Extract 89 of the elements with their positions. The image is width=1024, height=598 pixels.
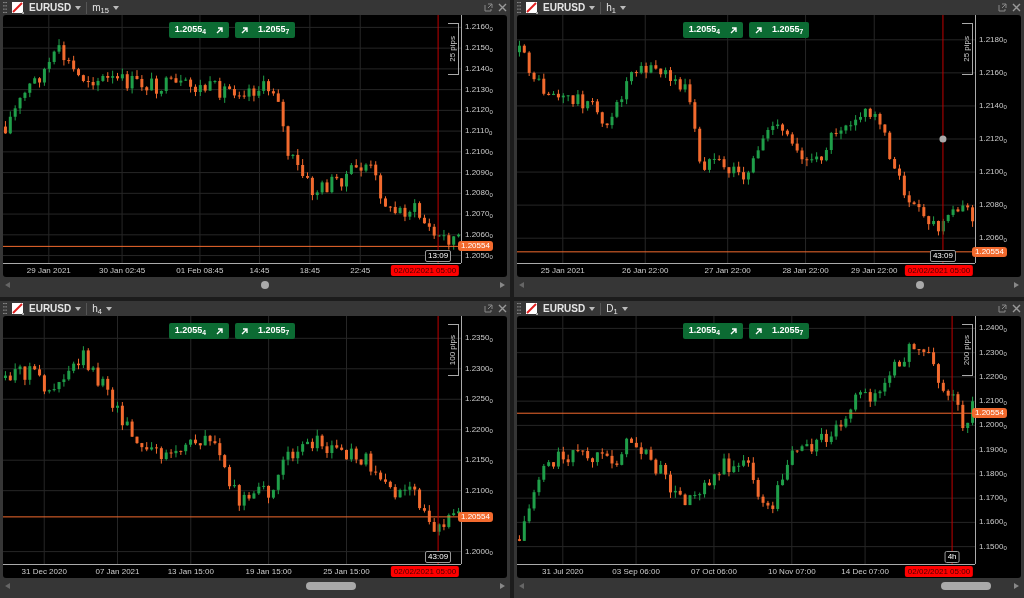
price-axis-label: 1.2120$_{0}$	[465, 106, 493, 115]
price-axis-label: 1.1800$_{0}$	[979, 469, 1007, 478]
price-axis-label: 1.2300$_{0}$	[979, 348, 1007, 357]
countdown-label: 43:09	[929, 250, 956, 262]
price-axis-label: 1.2110$_{0}$	[465, 127, 493, 136]
price-axis-label: 1.2080$_{0}$	[465, 189, 493, 198]
price-axis-label: 1.2100$_{0}$	[465, 486, 493, 495]
time-axis-label: 29 Jan 2021	[26, 266, 71, 276]
time-axis-label: 03 Sep 06:00	[612, 567, 660, 577]
buy-price-button[interactable]: 1.2055$_{7}$	[235, 22, 296, 38]
price-axis-label: 1.2120$_{0}$	[979, 135, 1007, 143]
price-axis-label: 1.2160$_{0}$	[465, 23, 493, 32]
timeframe-dropdown[interactable]: D$_{1}$	[606, 301, 628, 316]
buy-price-button[interactable]: 1.2055$_{7}$	[749, 323, 810, 339]
price-axis-label: 1.2130$_{0}$	[465, 85, 493, 94]
time-axis-label: 13 Jan 15:00	[167, 567, 214, 577]
price-axis-label: 1.2250$_{0}$	[465, 395, 493, 404]
price-axis-label: 1.2060$_{0}$	[465, 230, 493, 239]
buy-price-button[interactable]: 1.2055$_{7}$	[235, 323, 296, 339]
price-axis-label: 1.2180$_{0}$	[979, 35, 1007, 44]
price-tag: 1.20554	[458, 511, 493, 522]
countdown-label: 4h	[944, 551, 960, 563]
price-axis-label: 1.2150$_{0}$	[465, 456, 493, 465]
price-axis-label: 1.2350$_{0}$	[465, 334, 493, 343]
price-axis-label: 1.2200$_{0}$	[979, 372, 1007, 381]
time-axis-label: 07 Jan 2021	[95, 567, 140, 577]
time-axis-label: 30 Jan 02:45	[98, 266, 146, 276]
pips-label: 200 pips	[961, 334, 972, 366]
time-axis-label: 31 Jul 2020	[542, 567, 584, 577]
price-axis-label: 1.2400$_{0}$	[979, 324, 1007, 333]
countdown-label: 43:09	[425, 551, 452, 563]
price-axis-label: 1.2300$_{0}$	[465, 364, 493, 373]
time-axis-label: 14:45	[249, 266, 270, 276]
time-axis-label: 19 Jan 15:00	[245, 567, 292, 577]
timeframe-dropdown[interactable]: m$_{15}$	[92, 0, 119, 15]
symbol-dropdown[interactable]: EURUSD	[29, 0, 82, 15]
price-axis-label: 1.2200$_{0}$	[465, 425, 493, 434]
price-axis-label: 1.2000$_{0}$	[979, 421, 1007, 430]
price-axis-label: 1.2140$_{0}$	[979, 101, 1007, 110]
time-axis-label: 01 Feb 08:45	[176, 266, 224, 276]
price-axis-label: 1.2070$_{0}$	[465, 210, 493, 219]
time-axis-label: 22:45	[350, 266, 371, 276]
sell-price-button[interactable]: 1.2055$_{4}$	[682, 323, 743, 339]
pips-label: 100 pips	[447, 334, 458, 366]
price-tag: 1.20554	[972, 246, 1007, 257]
price-axis-label: 1.2140$_{0}$	[465, 64, 493, 73]
time-axis-label: 14 Dec 07:00	[841, 567, 889, 577]
time-axis-label: 25 Jan 15:00	[323, 567, 370, 577]
timeframe-dropdown[interactable]: h$_{4}$	[92, 301, 112, 316]
countdown-label: 13:09	[425, 250, 452, 262]
price-axis-label: 1.2060$_{0}$	[979, 234, 1007, 243]
time-tag: 02/02/2021 05:00	[390, 265, 460, 276]
pips-label: 25 pips	[447, 36, 458, 62]
price-tag: 1.20554	[458, 241, 493, 252]
sell-price-button[interactable]: 1.2055$_{4}$	[168, 22, 229, 38]
time-axis-label: 10 Nov 07:00	[768, 567, 816, 577]
time-tag: 02/02/2021 05:00	[390, 566, 460, 577]
time-axis-label: 26 Jan 22:00	[622, 266, 669, 276]
price-axis-label: 1.2090$_{0}$	[465, 168, 493, 177]
price-axis-label: 1.2100$_{0}$	[465, 147, 493, 156]
price-axis-label: 1.1900$_{0}$	[979, 445, 1007, 454]
price-axis-label: 1.2160$_{0}$	[979, 68, 1007, 77]
sell-price-button[interactable]: 1.2055$_{4}$	[168, 323, 229, 339]
time-axis-label: 07 Oct 06:00	[691, 567, 737, 577]
time-tag: 02/02/2021 05:00	[904, 566, 974, 577]
time-axis-label: 18:45	[299, 266, 320, 276]
time-axis-label: 31 Dec 2020	[21, 567, 67, 577]
sell-price-button[interactable]: 1.2055$_{4}$	[682, 22, 743, 38]
time-axis-label: 29 Jan 22:00	[851, 266, 898, 276]
price-axis-label: 1.2150$_{0}$	[465, 44, 493, 53]
timeframe-dropdown[interactable]: h$_{1}$	[606, 0, 626, 15]
price-axis-label: 1.2080$_{0}$	[979, 201, 1007, 210]
price-axis-label: 1.2050$_{0}$	[465, 251, 493, 260]
price-axis-label: 1.1500$_{0}$	[979, 542, 1007, 551]
time-axis-label: 27 Jan 22:00	[704, 266, 751, 276]
price-axis-label: 1.1700$_{0}$	[979, 494, 1007, 503]
price-axis-label: 1.1600$_{0}$	[979, 518, 1007, 527]
symbol-dropdown[interactable]: EURUSD	[543, 0, 596, 15]
time-tag: 02/02/2021 05:00	[904, 265, 974, 276]
price-axis-label: 1.2100$_{0}$	[979, 397, 1007, 406]
pips-label: 25 pips	[961, 36, 972, 62]
buy-price-button[interactable]: 1.2055$_{7}$	[749, 22, 810, 38]
price-tag: 1.20554	[972, 408, 1007, 419]
time-axis-label: 25 Jan 2021	[540, 266, 585, 276]
symbol-dropdown[interactable]: EURUSD	[29, 301, 82, 316]
price-axis-label: 1.2100$_{0}$	[979, 168, 1007, 177]
symbol-dropdown[interactable]: EURUSD	[543, 301, 596, 316]
time-axis-label: 28 Jan 22:00	[782, 266, 829, 276]
price-axis-label: 1.2000$_{0}$	[465, 547, 493, 556]
